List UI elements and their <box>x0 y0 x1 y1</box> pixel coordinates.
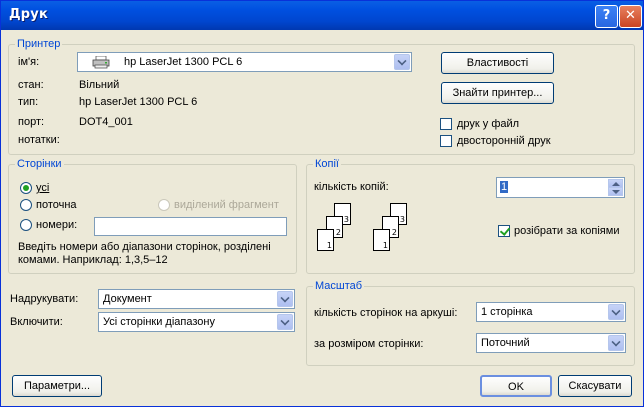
pages-selection-label: виділений фрагмент <box>174 199 279 211</box>
printer-name-select[interactable]: hp LaserJet 1300 PCL 6 <box>77 52 412 72</box>
print-to-file-checkbox[interactable] <box>440 118 452 130</box>
printer-name-label: ім'я: <box>18 56 40 68</box>
scale-label: за розміром сторінки: <box>314 338 424 350</box>
copies-count-label: кількість копій: <box>314 181 389 193</box>
help-button[interactable]: ? <box>595 5 618 28</box>
print-what-value: Документ <box>103 293 152 305</box>
print-what-select[interactable]: Документ <box>98 289 295 309</box>
include-label: Включити: <box>10 316 63 328</box>
include-value: Усі сторінки діапазону <box>103 316 215 328</box>
collate-checkbox[interactable] <box>498 225 510 237</box>
print-what-label: Надрукувати: <box>10 293 79 305</box>
chevron-down-icon[interactable] <box>277 314 293 330</box>
properties-button[interactable]: Властивості <box>441 52 554 74</box>
find-printer-button[interactable]: Знайти принтер... <box>441 82 554 104</box>
printer-legend: Принтер <box>15 38 63 50</box>
pages-legend: Сторінки <box>15 158 64 170</box>
chevron-down-icon[interactable] <box>394 54 410 70</box>
pages-hint-text: Введіть номери або діапазони сторінок, р… <box>18 241 271 266</box>
printer-port-label: порт: <box>18 116 45 128</box>
close-button[interactable]: ✕ <box>619 5 642 28</box>
pages-current-label[interactable]: поточна <box>36 199 77 211</box>
printer-status-value: Вільний <box>79 79 120 91</box>
pages-all-label[interactable]: усі <box>36 182 49 194</box>
chevron-down-icon[interactable] <box>608 304 624 320</box>
chevron-down-icon[interactable] <box>277 291 293 307</box>
zoom-legend: Масштаб <box>313 280 365 292</box>
chevron-down-icon[interactable] <box>608 335 624 351</box>
collate-pages-icon: 3 2 1 3 2 1 <box>312 203 432 259</box>
options-button[interactable]: Параметри... <box>12 375 102 397</box>
printer-notes-label: нотатки: <box>18 134 60 146</box>
duplex-label[interactable]: двосторонній друк <box>457 135 551 147</box>
scale-value: Поточний <box>481 337 530 349</box>
scale-select[interactable]: Поточний <box>476 333 626 353</box>
title-bar[interactable]: Друк ? ✕ <box>1 1 643 30</box>
copies-count-stepper[interactable]: 1 <box>496 177 625 198</box>
pages-per-sheet-select[interactable]: 1 сторінка <box>476 302 626 322</box>
pages-current-radio[interactable] <box>20 199 32 211</box>
printer-port-value: DOT4_001 <box>79 116 133 128</box>
print-dialog: Друк ? ✕ Принтер ім'я: hp LaserJet 1300 … <box>0 0 644 407</box>
include-select[interactable]: Усі сторінки діапазону <box>98 312 295 332</box>
window-title: Друк <box>9 7 48 22</box>
print-to-file-label[interactable]: друк у файл <box>457 118 519 130</box>
zoom-group: Масштаб <box>306 280 635 366</box>
duplex-checkbox[interactable] <box>440 135 452 147</box>
printer-type-value: hp LaserJet 1300 PCL 6 <box>79 96 198 108</box>
page-numbers-input[interactable] <box>94 217 287 236</box>
printer-icon <box>92 55 110 69</box>
printer-status-label: стан: <box>18 79 44 91</box>
pages-per-sheet-value: 1 сторінка <box>481 306 533 318</box>
pages-selection-radio <box>158 199 170 211</box>
pages-all-radio[interactable] <box>20 182 32 194</box>
copies-legend: Копії <box>313 158 341 170</box>
pages-numbers-label[interactable]: номери: <box>36 219 77 231</box>
printer-type-label: тип: <box>18 96 39 108</box>
collate-label[interactable]: розібрати за копіями <box>514 225 619 237</box>
printer-name-value: hp LaserJet 1300 PCL 6 <box>124 56 243 68</box>
pages-numbers-radio[interactable] <box>20 219 32 231</box>
spin-down-icon[interactable] <box>608 187 623 196</box>
ok-button[interactable]: OK <box>480 375 552 397</box>
pages-per-sheet-label: кількість сторінок на аркуші: <box>314 307 458 319</box>
copies-count-value[interactable]: 1 <box>500 181 509 193</box>
cancel-button[interactable]: Скасувати <box>558 375 632 397</box>
